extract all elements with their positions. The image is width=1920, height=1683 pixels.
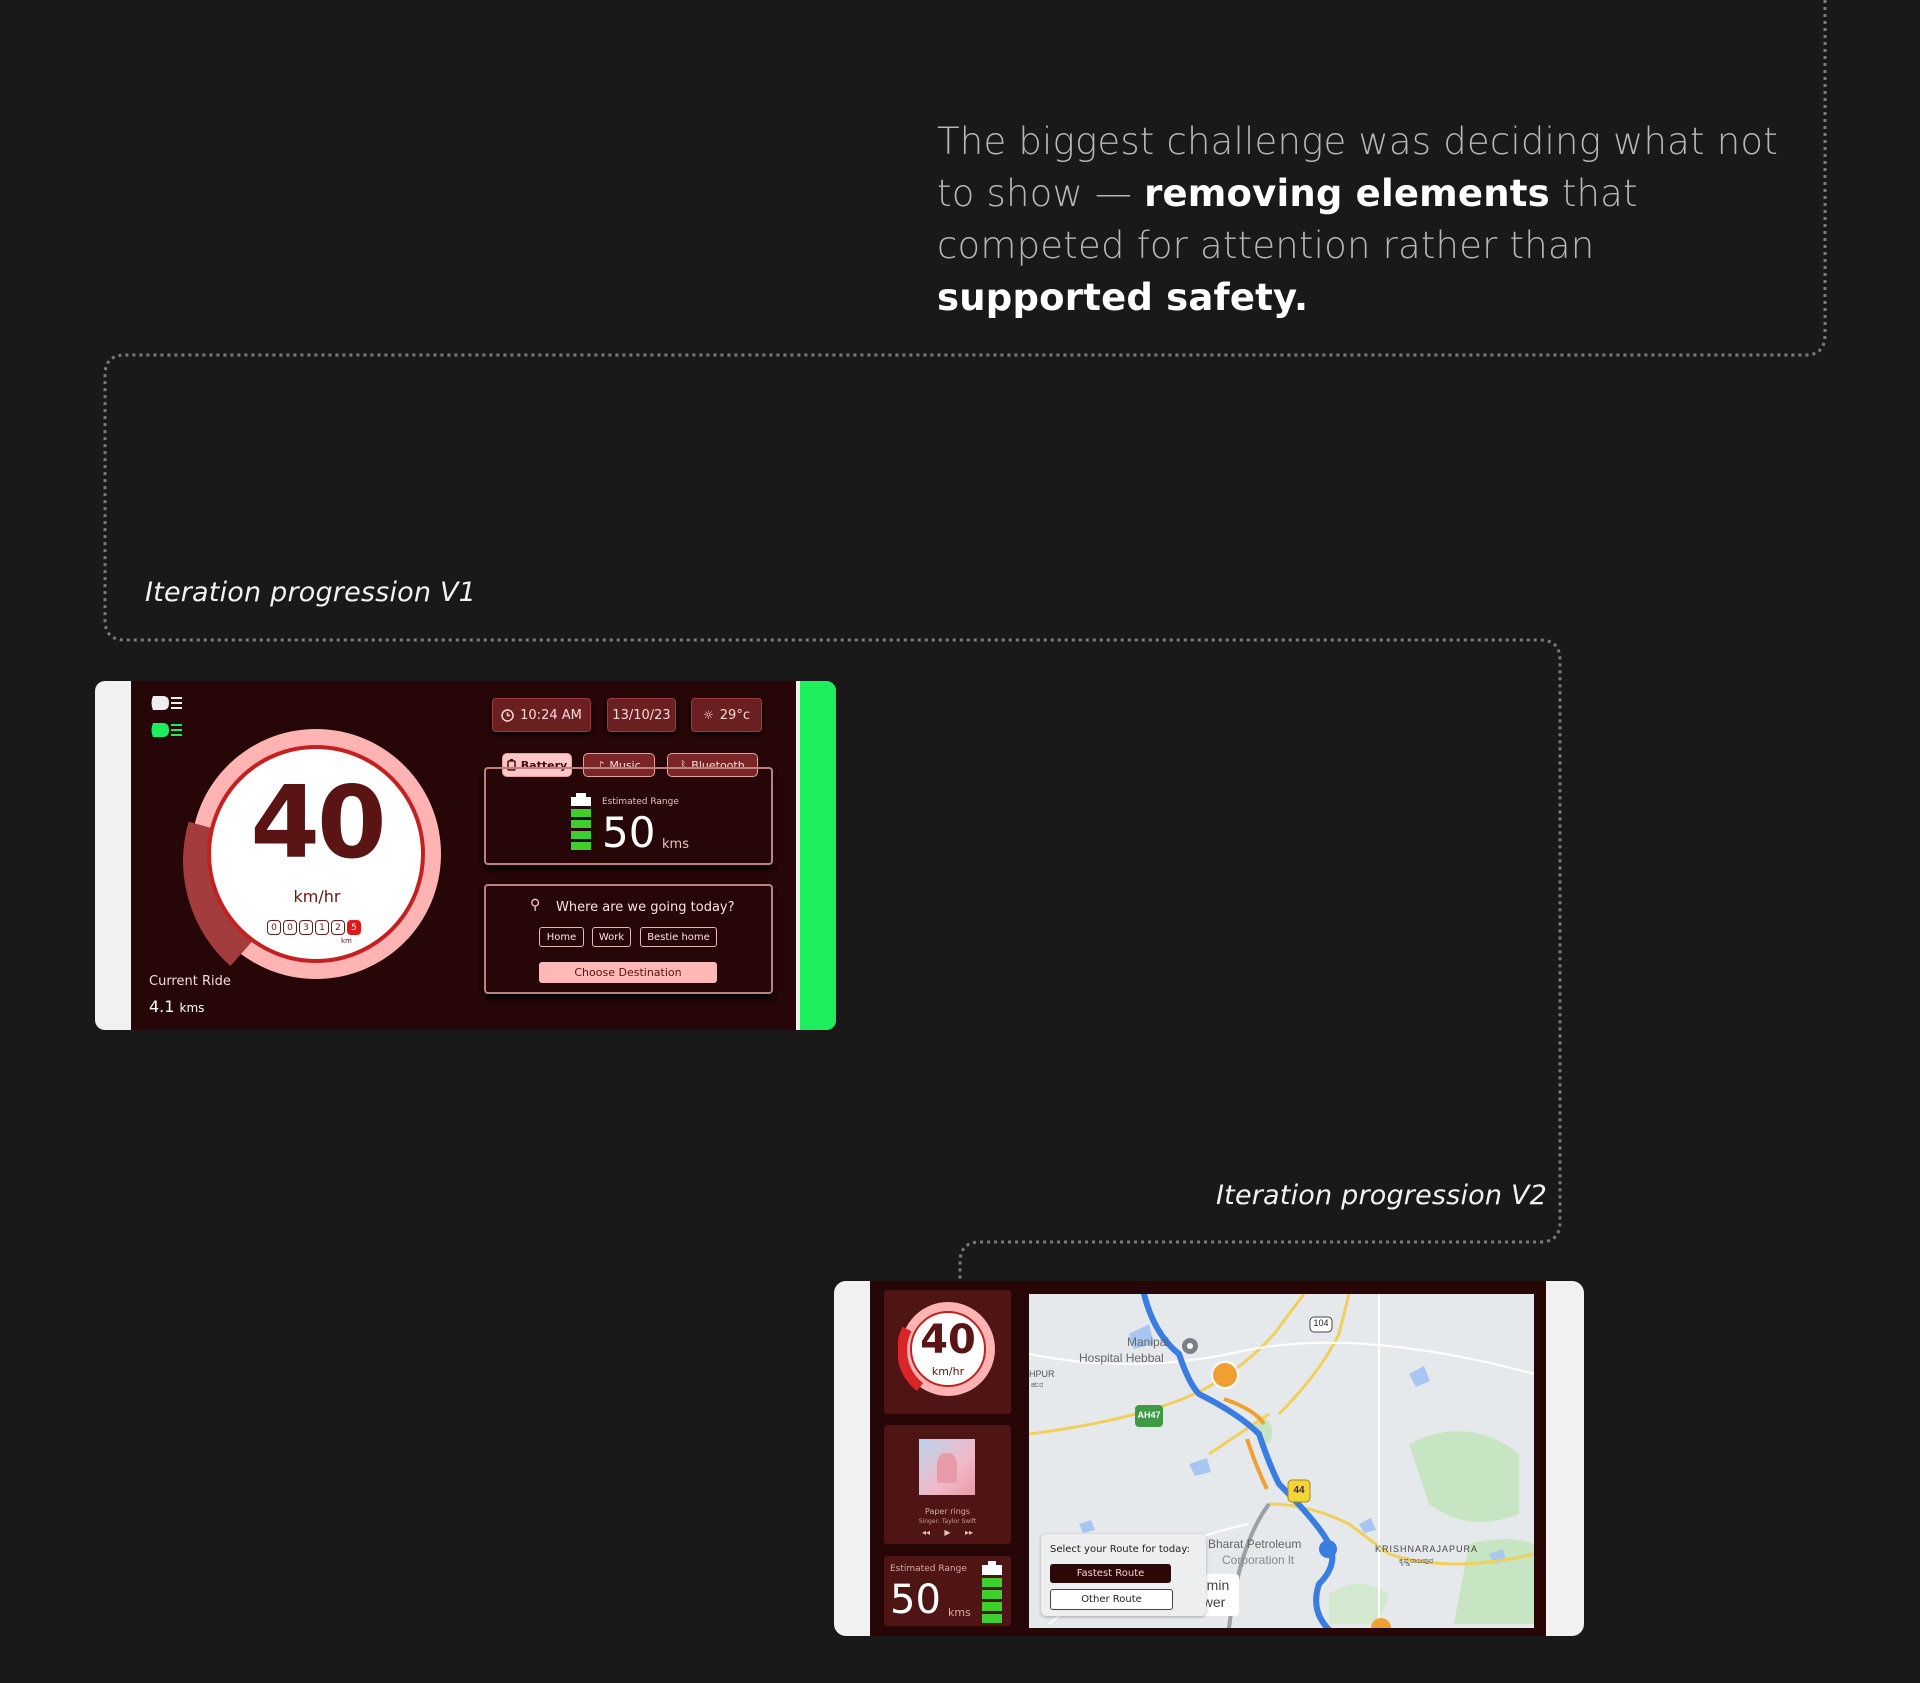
current-ride-label: Current Ride <box>149 974 231 989</box>
route-selector: Select your Route for today: Fastest Rou… <box>1041 1534 1206 1616</box>
map-label-hpur-kn: ಹುರ <box>1031 1380 1044 1389</box>
road-shield-104: 104 <box>1313 1318 1329 1328</box>
speed-readout: 40 <box>250 764 386 881</box>
range-value: 50 <box>602 808 656 857</box>
weather-chip: ☼ 29°c <box>691 698 762 732</box>
v2-screen: 40 km/hr Paper rings Singer: Taylor Swif… <box>870 1281 1546 1636</box>
road-shield-44: 44 <box>1293 1485 1305 1496</box>
clock-icon <box>501 708 514 722</box>
map-label-bharat: Bharat Petroleum <box>1208 1537 1302 1551</box>
v2-range-value: 50 <box>890 1577 941 1623</box>
quick-dest-home[interactable]: Home <box>539 927 584 947</box>
fast-forward-icon[interactable]: ▸▸ <box>965 1528 973 1537</box>
sun-icon: ☼ <box>703 708 714 722</box>
v2-music-card: Paper rings Singer: Taylor Swift ◂◂ ▶ ▸▸ <box>884 1425 1011 1544</box>
time-chip: 10:24 AM <box>492 698 591 732</box>
destination-panel: ⚲ Where are we going today? Home Work Be… <box>484 884 773 994</box>
playback-controls: ◂◂ ▶ ▸▸ <box>922 1528 973 1537</box>
location-pin-icon: ⚲ <box>530 897 541 913</box>
rewind-icon[interactable]: ◂◂ <box>922 1528 930 1537</box>
speed-unit: km/hr <box>293 887 341 906</box>
map-label-corp: Corporation lt <box>1222 1553 1295 1567</box>
v2-range-label: Estimated Range <box>890 1564 967 1574</box>
v1-screen: 40 km/hr 003125 km Current Ride 4.1 kms … <box>131 681 796 1030</box>
album-art <box>919 1439 975 1495</box>
design-quote: The biggest challenge was deciding what … <box>937 120 1778 319</box>
v2-range-card: Estimated Range 50 kms <box>884 1556 1011 1626</box>
battery-level-icon <box>571 793 591 850</box>
map-label-hospital: Hospital Hebbal <box>1079 1351 1164 1365</box>
v2-range-unit: kms <box>948 1606 971 1619</box>
quick-dest-work[interactable]: Work <box>592 927 631 947</box>
song-title: Paper rings <box>924 1507 971 1516</box>
choose-destination-button[interactable]: Choose Destination <box>539 962 717 983</box>
battery-panel: Estimated Range 50 kms <box>484 767 773 865</box>
v1-side-strip <box>800 681 836 1030</box>
route-prompt: Select your Route for today: <box>1050 1544 1190 1555</box>
v2-speed-unit: km/hr <box>931 1365 965 1378</box>
quick-dest-bestie-home[interactable]: Bestie home <box>640 927 717 947</box>
range-label: Estimated Range <box>602 797 679 807</box>
caption-v1: Iteration progression V1 <box>145 577 477 608</box>
dashboard-v1: 40 km/hr 003125 km Current Ride 4.1 kms … <box>95 681 836 1030</box>
v2-speed-readout: 40 <box>920 1317 976 1363</box>
map-label-manipal: Manipal <box>1127 1335 1170 1349</box>
map-label-krishnarajapura: KRISHNARAJAPURA <box>1375 1544 1479 1554</box>
navigation-map[interactable]: Manipal Hospital Hebbal HPUR ಹುರ AH47 10… <box>1029 1294 1534 1628</box>
v2-battery-level-icon <box>982 1561 1002 1623</box>
destination-prompt: Where are we going today? <box>556 900 735 915</box>
fastest-route-button[interactable]: Fastest Route <box>1050 1564 1171 1583</box>
road-shield-ah47: AH47 <box>1137 1410 1161 1420</box>
dashboard-v2: 40 km/hr Paper rings Singer: Taylor Swif… <box>834 1281 1584 1636</box>
date-chip: 13/10/23 <box>607 698 676 732</box>
play-icon[interactable]: ▶ <box>944 1528 950 1537</box>
odometer-unit: km <box>341 937 352 945</box>
map-label-kr-kn: ಕೃಷ್ಣರಾಜಪುರ <box>1399 1556 1434 1565</box>
odometer: 003125 <box>267 920 361 935</box>
map-label-hpur: HPUR <box>1029 1369 1055 1379</box>
current-ride-value: 4.1 kms <box>149 997 205 1016</box>
song-artist: Singer: Taylor Swift <box>918 1518 977 1525</box>
other-route-button[interactable]: Other Route <box>1050 1589 1173 1610</box>
v2-speed-card: 40 km/hr <box>884 1290 1011 1414</box>
range-unit: kms <box>662 837 689 852</box>
caption-v2: Iteration progression V2 <box>1216 1180 1548 1211</box>
